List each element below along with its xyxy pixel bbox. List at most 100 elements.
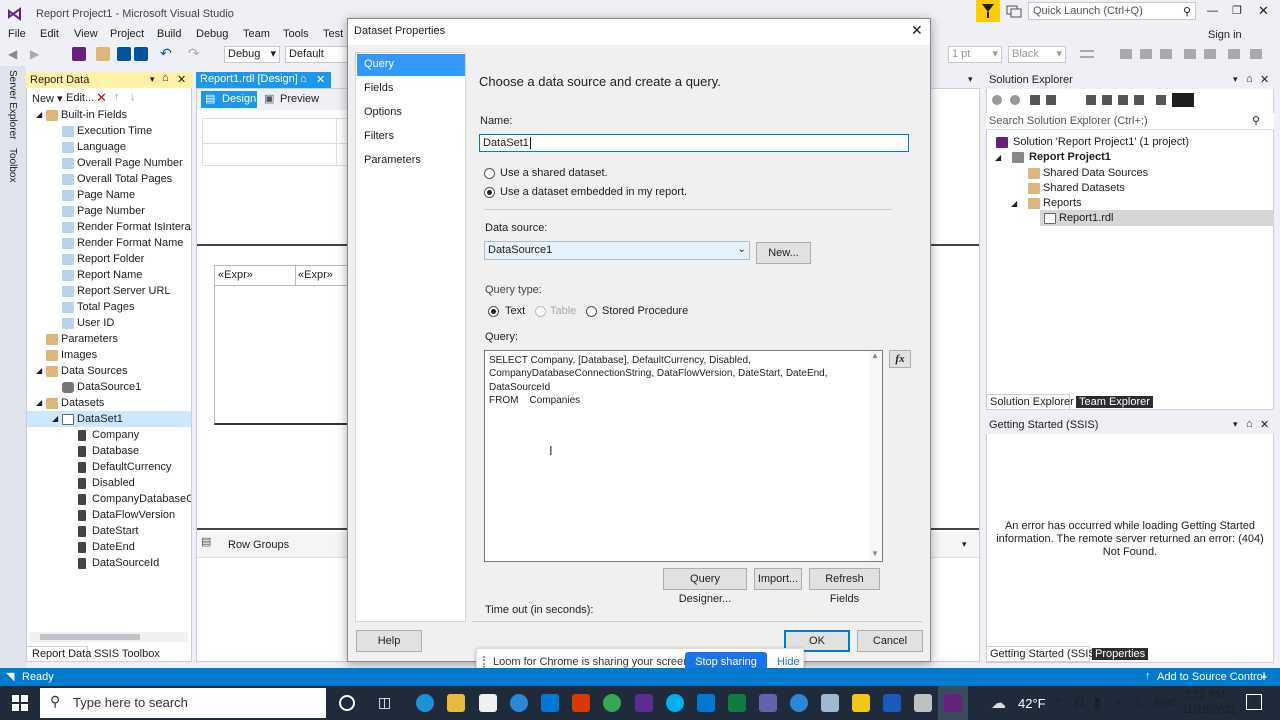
close-panel-icon[interactable]: ✕ (1260, 73, 1269, 86)
edit-item-button[interactable]: Edit... (66, 92, 94, 104)
menu-build[interactable]: Build (157, 28, 181, 40)
tree-item[interactable]: Report Folder (77, 253, 144, 265)
radio-table-label[interactable]: Table (550, 305, 576, 317)
back-icon[interactable]: ◀ (8, 47, 22, 61)
tab-solution-explorer[interactable]: Solution Explorer (986, 394, 1074, 410)
tab-ssis-toolbox[interactable]: SSIS Toolbox (94, 648, 160, 660)
drag-handle-icon[interactable] (483, 656, 486, 668)
undo-icon[interactable]: ↶ (160, 45, 172, 62)
open-folder-icon[interactable] (96, 47, 110, 61)
ssms-icon[interactable] (635, 694, 653, 712)
tablix[interactable]: «Expr» «Expr» (214, 265, 349, 425)
radio-embedded-label[interactable]: Use a dataset embedded in my report. (500, 186, 687, 198)
pin-icon[interactable]: ⌂ (1246, 73, 1253, 85)
tree-item[interactable]: Total Pages (77, 301, 134, 313)
se-search-input[interactable]: Search Solution Explorer (Ctrl+;) (989, 115, 1148, 127)
tree-datasets[interactable]: Datasets (61, 397, 104, 409)
expr-cell[interactable]: «Expr» (218, 269, 253, 281)
store-icon[interactable] (479, 694, 497, 712)
query-scrollbar[interactable]: ▲ ▼ (869, 351, 882, 561)
word-icon[interactable] (883, 694, 901, 712)
file-explorer-icon[interactable] (447, 694, 465, 712)
toolbox-tab[interactable]: Toolbox (7, 148, 18, 182)
pin-icon[interactable]: ⌂ (1246, 418, 1253, 430)
delete-icon[interactable]: ✕ (96, 90, 107, 106)
app-icon[interactable] (572, 694, 590, 712)
pin-icon[interactable]: ⌂ (300, 73, 307, 85)
volume-icon[interactable]: ♫ (1133, 695, 1142, 709)
taskbar-search-input[interactable]: Type here to search (73, 695, 188, 710)
data-source-dropdown[interactable]: DataSource1 ⌄ (484, 241, 750, 260)
close-tab-icon[interactable]: ✕ (316, 73, 325, 86)
tree-item[interactable]: Overall Page Number (77, 157, 183, 169)
tree-item[interactable]: Report Name (77, 269, 142, 281)
notepad-icon[interactable] (821, 694, 839, 712)
collapse-icon[interactable]: ◢ (1011, 199, 1017, 208)
radio-shared-label[interactable]: Use a shared dataset. (500, 167, 608, 179)
language-indicator[interactable]: ENG (1154, 697, 1178, 709)
move-up-icon[interactable]: ↑ (114, 91, 120, 103)
minimize-button[interactable]: — (1207, 5, 1219, 17)
menu-tools[interactable]: Tools (283, 28, 309, 40)
refresh-fields-button[interactable]: Refresh Fields (809, 568, 880, 605)
import-button[interactable]: Import... (754, 568, 802, 590)
tree-built-in-fields[interactable]: Built-in Fields (61, 109, 127, 121)
help-button[interactable]: Help (356, 630, 422, 652)
power-bi-icon[interactable] (852, 694, 870, 712)
tab-preview[interactable]: ▣ Preview (262, 91, 322, 108)
nav-parameters[interactable]: Parameters (357, 150, 465, 172)
save-icon[interactable] (117, 47, 131, 61)
windows-start-icon[interactable] (12, 695, 28, 711)
tree-parameters[interactable]: Parameters (61, 333, 118, 345)
tree-item[interactable]: Page Number (77, 205, 145, 217)
tree-item[interactable]: Report Server URL (77, 285, 171, 297)
chevron-down-icon[interactable]: ▾ (968, 74, 973, 85)
sign-in-link[interactable]: Sign in (1208, 29, 1242, 41)
quick-launch-input[interactable]: Quick Launch (Ctrl+Q) (1033, 5, 1143, 17)
wifi-icon[interactable]: ≈ (1114, 695, 1121, 709)
collapse-icon[interactable]: ◢ (995, 153, 1001, 162)
clock-time[interactable]: 2:23 PM (1184, 689, 1225, 701)
excel-icon[interactable] (728, 694, 746, 712)
notifications-icon[interactable] (1006, 4, 1022, 18)
chevron-up-icon[interactable]: ⌃ (1054, 696, 1063, 709)
font-size-dropdown[interactable]: 1 pt ▾ (948, 46, 1002, 63)
cortana-icon[interactable] (339, 695, 355, 711)
tree-field[interactable]: DateEnd (92, 541, 135, 553)
server-explorer-tab[interactable]: Server Explorer (7, 70, 18, 139)
tab-getting-started[interactable]: Getting Started (SSIS) (986, 646, 1099, 662)
tab-team-explorer[interactable]: Team Explorer (1076, 396, 1153, 408)
nav-fields[interactable]: Fields (357, 78, 465, 100)
radio-stored-procedure[interactable] (586, 306, 597, 317)
new-data-source-button[interactable]: New... (756, 242, 811, 264)
radio-table[interactable] (535, 306, 546, 317)
platform-dropdown[interactable]: Default (285, 46, 347, 63)
expression-fx-button[interactable]: fx (889, 350, 911, 368)
scrollbar-thumb[interactable] (40, 634, 140, 640)
quick-launch-box[interactable]: Quick Launch (Ctrl+Q) ⚲ (1028, 2, 1196, 20)
name-input[interactable]: DataSet1 (479, 134, 909, 152)
visual-studio-icon[interactable] (944, 694, 962, 712)
tree-images[interactable]: Images (61, 349, 97, 361)
tree-field[interactable]: Database (92, 445, 139, 457)
tab-design[interactable]: ▤ Design (201, 91, 257, 108)
menu-edit[interactable]: Edit (40, 28, 59, 40)
chevron-down-icon[interactable]: ▾ (1233, 419, 1238, 430)
collapse-icon[interactable]: ◢ (52, 414, 58, 423)
tree-item[interactable]: Language (77, 141, 126, 153)
doc-tab-report1[interactable]: Report1.rdl [Design] ⌂ ✕ (196, 72, 331, 88)
chevron-up-icon[interactable]: ▴ (1262, 670, 1267, 681)
close-panel-icon[interactable]: ✕ (1260, 418, 1269, 431)
menu-project[interactable]: Project (110, 28, 144, 40)
mail-icon[interactable] (541, 694, 559, 712)
redo-icon[interactable]: ↷ (188, 45, 200, 62)
chevron-down-icon[interactable]: ▾ (962, 539, 967, 550)
chrome-icon[interactable] (603, 694, 621, 712)
hide-sharing-button[interactable]: Hide (777, 656, 800, 668)
header-region[interactable] (202, 118, 349, 167)
tree-field[interactable]: DateStart (92, 525, 138, 537)
tree-item[interactable]: Render Format Name (77, 237, 183, 249)
radio-embedded-dataset[interactable] (484, 187, 495, 198)
cancel-button[interactable]: Cancel (857, 630, 923, 652)
tree-project[interactable]: Report Project1 (1029, 151, 1111, 163)
